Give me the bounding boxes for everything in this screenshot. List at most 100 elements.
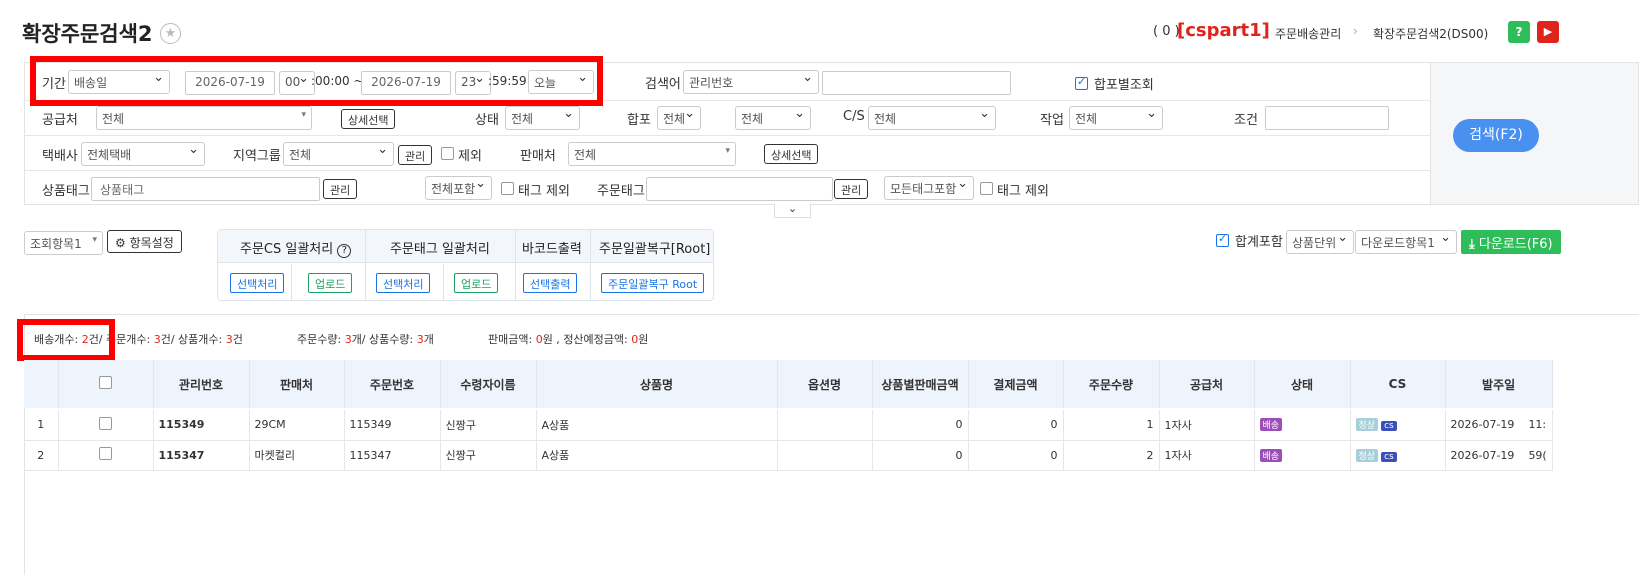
region-label: 지역그룹 [233, 149, 281, 164]
product-tag-exclude-label: 태그 제외 [518, 184, 570, 199]
cs-cell: 정상 cs [1350, 440, 1446, 471]
mgmt-number[interactable]: 115349 [153, 410, 250, 441]
download-items-select[interactable]: 다운로드항목1 [1355, 230, 1457, 254]
merge-label: 합포 [627, 113, 651, 128]
batch-divider [291, 264, 292, 300]
merge-select[interactable]: 전체 [657, 106, 701, 130]
cs-select-process-button[interactable]: 선택처리 [230, 273, 285, 293]
cs-select[interactable]: 전체 [868, 106, 996, 130]
column-header[interactable]: 주문번호 [344, 360, 441, 408]
search-button[interactable]: 검색(F2) [1453, 119, 1539, 152]
column-header-select[interactable] [58, 360, 154, 408]
order-number: 115349 [344, 410, 441, 441]
option-name [777, 440, 873, 471]
region-manage-button[interactable]: 관리 [398, 145, 433, 165]
download-button[interactable]: ⤓ 다운로드(F6) [1461, 230, 1561, 254]
download-icon: ⤓ [1469, 237, 1475, 252]
courier-select[interactable]: 전체택배 [81, 142, 205, 166]
region-exclude-checkbox[interactable] [441, 147, 454, 160]
batch-divider [365, 230, 366, 300]
merge-select-2[interactable]: 전체 [735, 106, 811, 130]
row-checkbox[interactable] [99, 416, 112, 430]
filter-divider [24, 170, 1430, 171]
cs-badge[interactable]: cs [1381, 421, 1397, 432]
cs-normal-badge: 정상 [1355, 448, 1379, 462]
view-items-select[interactable]: 조회항목1 [24, 231, 103, 255]
supplier-select[interactable]: 전체 [96, 106, 312, 130]
order-restore-root-button[interactable]: 주문일괄복구 Root [601, 273, 705, 293]
table-row[interactable]: 2 115347 마켓컬리 115347 신짱구 A상품 0 0 2 1자사 배… [24, 440, 1553, 471]
column-header[interactable]: 공급처 [1159, 360, 1255, 408]
select-all-checkbox[interactable] [99, 376, 112, 389]
item-settings-button[interactable]: ⚙ 항목설정 [107, 230, 182, 253]
collapse-filters-button[interactable]: ⌄ [774, 203, 811, 218]
seller-detail-button[interactable]: 상세선택 [764, 144, 819, 164]
work-label: 작업 [1040, 113, 1064, 128]
sum-include-checkbox[interactable] [1216, 232, 1229, 247]
column-header[interactable]: 상품명 [536, 360, 778, 408]
column-header[interactable]: 옵션명 [777, 360, 873, 408]
sale-amount: 0 [872, 440, 969, 471]
cs-normal-badge: 정상 [1355, 418, 1379, 432]
product-tag-include-select[interactable]: 전체포함 [425, 176, 492, 200]
item-settings-label: 항목설정 [129, 236, 174, 250]
column-header[interactable]: 결제금액 [968, 360, 1064, 408]
favorite-star-icon[interactable]: ★ [160, 23, 181, 44]
order-tag-label: 주문태그 [597, 184, 645, 199]
product-tag-exclude-checkbox[interactable] [501, 182, 514, 195]
status-badge: 배송 [1259, 418, 1283, 432]
filter-divider [24, 135, 1430, 136]
table-row[interactable]: 1 115349 29CM 115349 신짱구 A상품 0 0 1 1자사 배… [24, 410, 1553, 441]
unit-select[interactable]: 상품단위 [1286, 230, 1354, 254]
status-label: 상태 [475, 113, 499, 128]
breadcrumb-item-1[interactable]: 주문배송관리 [1275, 25, 1341, 42]
column-header[interactable]: 주문수량 [1063, 360, 1160, 408]
row-checkbox-cell[interactable] [58, 410, 154, 441]
column-header[interactable]: CS [1350, 360, 1446, 408]
status-select[interactable]: 전체 [505, 106, 580, 130]
work-select[interactable]: 전체 [1069, 106, 1163, 130]
merge-view-checkbox[interactable] [1075, 75, 1088, 90]
sum-include-label: 합계포함 [1235, 235, 1283, 250]
product-tag-manage-button[interactable]: 관리 [323, 179, 358, 199]
condition-input[interactable] [1265, 106, 1389, 130]
help-circle-icon[interactable]: ? [337, 244, 352, 258]
tag-select-process-button[interactable]: 선택처리 [376, 273, 431, 293]
keyword-type-select[interactable]: 관리번호 [683, 70, 819, 94]
keyword-label: 검색어 [645, 77, 681, 92]
column-header[interactable]: 발주일 [1445, 360, 1553, 408]
keyword-input[interactable] [822, 71, 1011, 95]
seller-select[interactable]: 전체 [568, 142, 736, 166]
region-exclude-label: 제외 [458, 149, 482, 164]
tag-upload-button[interactable]: 업로드 [454, 273, 499, 293]
courier-label: 택배사 [42, 149, 78, 164]
order-date: 2026-07-19 11: [1445, 410, 1553, 441]
column-header[interactable]: 상태 [1254, 360, 1351, 408]
column-header[interactable]: 상품별판매금액 [872, 360, 969, 408]
column-header[interactable]: 수령자이름 [440, 360, 537, 408]
order-tag-include-select[interactable]: 모든태그포함 [884, 176, 974, 200]
table-header-row: 관리번호 판매처 주문번호 수령자이름 상품명 옵션명 상품별판매금액 결제금액… [24, 360, 1553, 408]
order-tag-input[interactable] [646, 177, 833, 201]
supplier-detail-button[interactable]: 상세선택 [341, 109, 396, 129]
barcode-select-print-button[interactable]: 선택출력 [523, 273, 578, 293]
supplier: 1자사 [1159, 440, 1255, 471]
order-restore-title: 주문일괄복구[Root] [599, 242, 711, 257]
region-select[interactable]: 전체 [283, 142, 394, 166]
pay-amount: 0 [968, 410, 1064, 441]
cs-upload-button[interactable]: 업로드 [308, 273, 353, 293]
receiver: 신짱구 [440, 440, 537, 471]
mgmt-number[interactable]: 115347 [153, 440, 250, 471]
row-checkbox[interactable] [99, 447, 112, 460]
column-header[interactable]: 판매처 [249, 360, 345, 408]
help-button[interactable]: ? [1508, 21, 1530, 43]
row-checkbox-cell[interactable] [58, 440, 154, 471]
order-tag-exclude-checkbox[interactable] [980, 182, 993, 195]
sale-amount: 0 [872, 410, 969, 441]
column-header[interactable]: 관리번호 [153, 360, 250, 408]
product-tag-input[interactable]: 상품태그 [91, 177, 320, 201]
cs-label: C/S [843, 109, 865, 124]
video-button[interactable]: ▶ [1537, 21, 1559, 43]
order-tag-manage-button[interactable]: 관리 [834, 179, 869, 199]
cs-badge[interactable]: cs [1381, 451, 1397, 462]
